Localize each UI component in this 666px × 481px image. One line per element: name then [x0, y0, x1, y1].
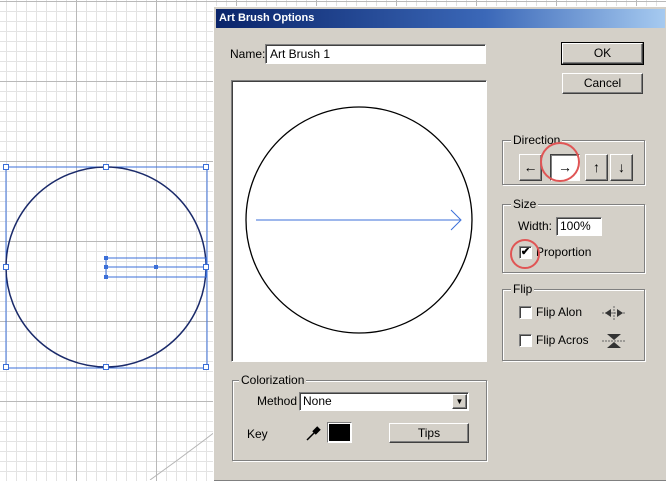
proportion-label[interactable]: Proportion: [536, 245, 591, 259]
key-color-fill: [329, 424, 350, 441]
direction-highlight-ring: [540, 142, 580, 182]
proportion-highlight-ring: [510, 239, 540, 269]
colorization-group: Colorization Method None ▼ Key Tips: [232, 374, 487, 461]
method-label: Method: [257, 394, 298, 408]
method-select-value: None: [303, 394, 332, 408]
flip-across-label[interactable]: Flip Acros: [536, 333, 588, 347]
brush-preview: [231, 80, 487, 362]
width-label: Width:: [518, 219, 553, 233]
direction-up-button[interactable]: ↑: [585, 154, 608, 181]
ok-button[interactable]: OK: [561, 42, 644, 65]
dialog-title-bar[interactable]: Art Brush Options: [216, 9, 665, 28]
name-label: Name:: [230, 47, 266, 61]
flip-group-title: Flip: [511, 282, 535, 296]
flip-across-icon: [602, 334, 626, 348]
flip-group: Flip Flip Alon Flip Acros: [502, 283, 645, 361]
eyedropper-icon[interactable]: [304, 425, 322, 443]
tips-button[interactable]: Tips: [389, 423, 469, 443]
key-label: Key: [247, 427, 268, 441]
flip-along-icon: [602, 306, 626, 320]
flip-along-label[interactable]: Flip Alon: [536, 305, 588, 319]
key-color-swatch[interactable]: [327, 422, 352, 443]
size-group-title: Size: [511, 197, 539, 211]
direction-down-button[interactable]: ↓: [610, 154, 633, 181]
width-input[interactable]: 100%: [556, 217, 602, 236]
chevron-down-icon[interactable]: ▼: [452, 394, 467, 409]
arrow-up-icon: ↑: [593, 159, 600, 175]
arrow-down-icon: ↓: [618, 159, 625, 175]
method-select[interactable]: None ▼: [299, 392, 469, 411]
arrow-left-icon: ←: [523, 159, 538, 175]
colorization-group-title: Colorization: [239, 373, 307, 387]
flip-along-checkbox[interactable]: [519, 306, 532, 319]
center-point: [154, 265, 158, 269]
cancel-button[interactable]: Cancel: [562, 73, 643, 94]
art-brush-options-dialog: Art Brush Options Name: OK Cancel Direct…: [213, 6, 666, 481]
name-input[interactable]: [265, 44, 486, 64]
stroke-anchor-points[interactable]: [104, 256, 108, 279]
flip-across-checkbox[interactable]: [519, 334, 532, 347]
preview-graphic: [245, 106, 473, 334]
direction-left-button[interactable]: ←: [519, 154, 542, 181]
